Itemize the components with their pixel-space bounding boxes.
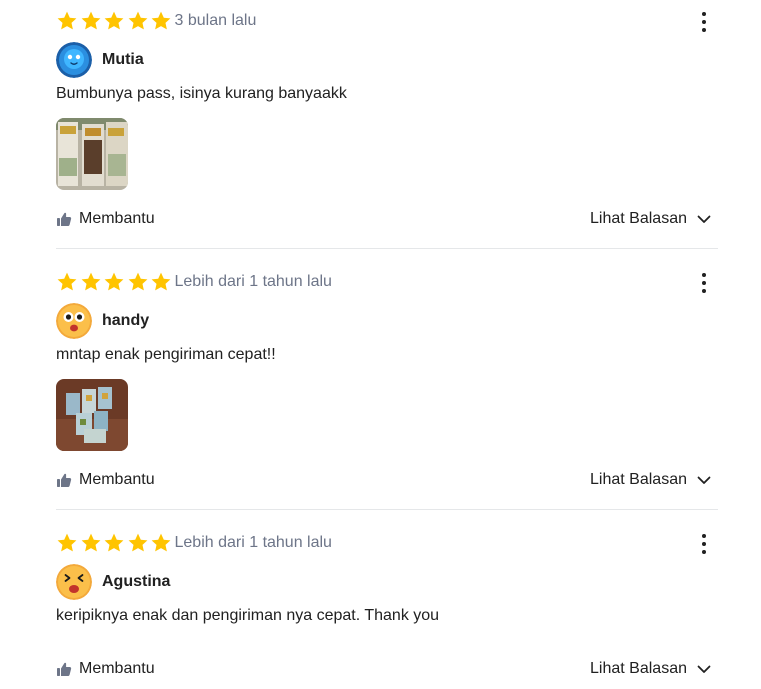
star-icon — [150, 532, 174, 554]
review-item: 3 bulan lalu Mutia Bumbunya pass, isinya… — [56, 0, 718, 249]
review-item: Lebih dari 1 tahun lalu Agustina keripik… — [56, 510, 718, 689]
star-icon — [127, 532, 151, 554]
chevron-down-icon — [696, 211, 712, 227]
username: Agustina — [102, 573, 171, 590]
view-replies-button[interactable]: Lihat Balasan — [590, 210, 712, 228]
view-replies-button[interactable]: Lihat Balasan — [590, 471, 712, 489]
more-options-icon[interactable] — [696, 10, 712, 34]
avatar — [56, 42, 92, 78]
helpful-button[interactable]: Membantu — [56, 660, 155, 678]
review-list: 3 bulan lalu Mutia Bumbunya pass, isinya… — [56, 0, 718, 689]
review-photo[interactable] — [56, 118, 128, 190]
star-icon — [103, 10, 127, 32]
avatar — [56, 564, 92, 600]
star-icon — [103, 532, 127, 554]
reviewer: Mutia — [56, 42, 144, 78]
thumbs-up-icon — [56, 211, 72, 227]
review-date: Lebih dari 1 tahun lalu — [174, 534, 332, 551]
star-icon — [80, 10, 104, 32]
star-icon — [150, 271, 174, 293]
avatar — [56, 303, 92, 339]
star-icon — [150, 10, 174, 32]
reviewer: handy — [56, 303, 149, 339]
star-icon — [103, 271, 127, 293]
more-options-icon[interactable] — [696, 532, 712, 556]
star-icon — [127, 10, 151, 32]
star-icon — [56, 10, 80, 32]
more-options-icon[interactable] — [696, 271, 712, 295]
view-replies-label: Lihat Balasan — [590, 660, 687, 677]
star-icon — [80, 532, 104, 554]
thumbs-up-icon — [56, 472, 72, 488]
view-replies-label: Lihat Balasan — [590, 210, 687, 227]
helpful-label: Membantu — [79, 660, 155, 677]
reviewer: Agustina — [56, 564, 170, 600]
review-photo[interactable] — [56, 379, 128, 451]
helpful-button[interactable]: Membantu — [56, 210, 155, 228]
chevron-down-icon — [696, 661, 712, 677]
review-date: 3 bulan lalu — [174, 12, 257, 29]
review-text: keripiknya enak dan pengiriman nya cepat… — [56, 607, 440, 624]
username: handy — [102, 312, 150, 329]
rating-stars: Lebih dari 1 tahun lalu — [56, 271, 332, 293]
chevron-down-icon — [696, 472, 712, 488]
review-date: Lebih dari 1 tahun lalu — [174, 273, 332, 290]
helpful-button[interactable]: Membantu — [56, 471, 155, 489]
review-item: Lebih dari 1 tahun lalu handy mntap enak… — [56, 249, 718, 510]
rating-stars: 3 bulan lalu — [56, 10, 256, 32]
thumbs-up-icon — [56, 661, 72, 677]
rating-stars: Lebih dari 1 tahun lalu — [56, 532, 332, 554]
star-icon — [56, 271, 80, 293]
helpful-label: Membantu — [79, 471, 155, 488]
review-text: Bumbunya pass, isinya kurang banyaakk — [56, 85, 347, 102]
view-replies-label: Lihat Balasan — [590, 471, 687, 488]
star-icon — [56, 532, 80, 554]
view-replies-button[interactable]: Lihat Balasan — [590, 660, 712, 678]
review-text: mntap enak pengiriman cepat!! — [56, 346, 276, 363]
star-icon — [80, 271, 104, 293]
star-icon — [127, 271, 151, 293]
username: Mutia — [102, 51, 144, 68]
helpful-label: Membantu — [79, 210, 155, 227]
